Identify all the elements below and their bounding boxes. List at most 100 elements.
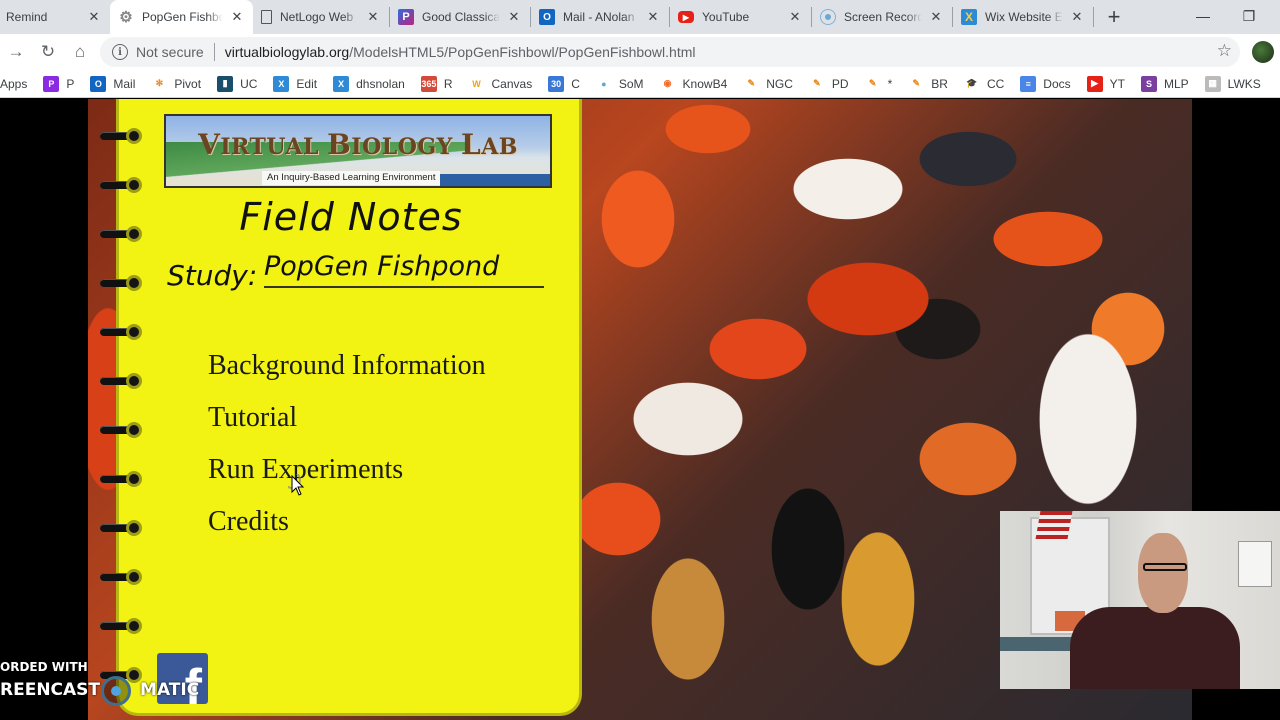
bookmark-edit[interactable]: X Edit [273, 75, 317, 92]
menu-credits[interactable]: Credits [208, 506, 289, 538]
bookmark-ngc[interactable]: ✎ NGC [743, 76, 793, 92]
bookmark-[interactable]: ✎ * [865, 76, 892, 92]
bookmark-mlp[interactable]: S MLP [1140, 75, 1189, 92]
bookmark-som[interactable]: ● SoM [596, 76, 644, 92]
reload-button[interactable]: ↻ [32, 36, 64, 68]
bookmark-r[interactable]: 365 R [420, 75, 453, 92]
security-status: Not secure [136, 44, 204, 60]
tab-mail[interactable]: O Mail - ANolan ✕ [531, 0, 669, 34]
virtual-biology-lab-logo[interactable]: VIRTUAL BIOLOGY LAB An Inquiry-Based Lea… [164, 114, 552, 188]
logo-title-part: IRTUAL [220, 134, 328, 160]
flag [1035, 511, 1073, 539]
watermark-line1: ORDED WITH [0, 660, 88, 674]
tab-good-classical[interactable]: P Good Classical ✕ [390, 0, 530, 34]
url-host: virtualbiologylab.org [224, 44, 350, 60]
bookmark-label: SoM [618, 76, 644, 91]
tab-netlogo-web[interactable]: NetLogo Web ✕ [253, 0, 389, 34]
close-icon[interactable]: ✕ [928, 9, 944, 25]
close-icon[interactable]: ✕ [1069, 9, 1085, 25]
logo-title: VIRTUAL BIOLOGY LAB [166, 128, 550, 161]
bookmark-label: C [571, 76, 580, 91]
info-icon[interactable]: i [112, 44, 128, 60]
tab-popgen-fishbowl[interactable]: ⚙ PopGen Fishbowl ✕ [110, 0, 253, 34]
ring-hole [126, 373, 142, 389]
bookmark-label: CC [986, 76, 1005, 91]
address-separator [213, 43, 215, 61]
screencast-logo-icon [101, 676, 131, 706]
bookmark-apps[interactable]: Apps [0, 77, 27, 91]
logo-title-part: L [461, 128, 482, 161]
bookmark-br[interactable]: ✎ BR [908, 76, 948, 92]
menu-background-information[interactable]: Background Information [208, 350, 486, 382]
close-icon[interactable]: ✕ [787, 9, 803, 25]
address-bar[interactable]: i Not secure virtualbiologylab.org/Model… [100, 37, 1240, 67]
bookmark-pd[interactable]: ✎ PD [809, 76, 848, 92]
logo-title-part: B [327, 128, 352, 161]
tab-separator [1093, 7, 1094, 27]
document-icon [261, 10, 272, 24]
bookmark-label: Canvas [491, 76, 533, 91]
logo-title-part: AB [481, 134, 518, 160]
binder-ring [100, 520, 144, 536]
logo-subtitle: An Inquiry-Based Learning Environment [262, 171, 441, 185]
uc-icon: ▮ [217, 75, 234, 92]
tab-title: Screen Recorder [844, 10, 922, 24]
bookmark-label: LWKS [1227, 76, 1261, 91]
youtube-icon: ▶ [678, 11, 694, 23]
page-title: Field Notes [239, 195, 463, 239]
bookmark-uc[interactable]: ▮ UC [217, 75, 257, 92]
tab-youtube[interactable]: ▶ YouTube ✕ [670, 0, 811, 34]
canvas-icon: W [472, 78, 481, 89]
new-tab-button[interactable]: + [1100, 0, 1128, 34]
tab-remind[interactable]: Remind ✕ [0, 0, 110, 34]
wall-frame [1238, 541, 1272, 587]
home-button[interactable]: ⌂ [64, 36, 96, 68]
close-icon[interactable]: ✕ [365, 9, 381, 25]
bookmarks-bar: Apps P P O Mail ✻ Pivot ▮ UC X Edit Xdhsnolan 365 R W C… [0, 70, 1280, 98]
ring-hole [126, 275, 142, 291]
wix-icon: X [333, 75, 350, 92]
bookmark-label: R [443, 76, 453, 91]
wix-icon: X [273, 75, 290, 92]
ring-hole [126, 128, 142, 144]
bookmark-label: Docs [1043, 76, 1071, 91]
graduation-cap-icon: 🎓 [966, 78, 978, 88]
ring-hole [126, 618, 142, 634]
bookmark-yt[interactable]: ▶ YT [1086, 75, 1125, 92]
forward-button[interactable]: → [0, 36, 32, 68]
bookmark-lwks[interactable]: ▦ LWKS [1204, 75, 1261, 92]
bookmark-c[interactable]: 30 C [548, 75, 580, 92]
bookmark-label: Pivot [174, 76, 202, 91]
url-path: /ModelsHTML5/PopGenFishbowl/PopGenFishbo… [349, 44, 696, 60]
minimize-button[interactable]: — [1180, 0, 1226, 32]
tab-screen-recorder[interactable]: Screen Recorder ✕ [812, 0, 952, 34]
close-icon[interactable]: ✕ [86, 9, 102, 25]
mlp-icon: S [1140, 75, 1157, 92]
pandora-icon: P [398, 9, 414, 25]
bookmark-mail[interactable]: O Mail [90, 75, 135, 92]
bookmark-knowb4[interactable]: ◉ KnowB4 [660, 76, 728, 92]
binder-ring [100, 177, 144, 193]
tab-wix-website[interactable]: X Wix Website Editor ✕ [953, 0, 1093, 34]
profile-avatar[interactable] [1252, 41, 1274, 63]
pencil-icon: ✎ [868, 78, 877, 88]
bookmark-star-icon[interactable]: ☆ [1217, 41, 1232, 61]
bookmark-label: NGC [766, 76, 793, 91]
watermark-text-left: REENCAST [0, 680, 101, 700]
close-icon[interactable]: ✕ [229, 9, 245, 25]
bookmark-label: Apps [0, 76, 28, 91]
restore-button[interactable]: ❐ [1226, 0, 1272, 32]
close-icon[interactable]: ✕ [506, 9, 522, 25]
bookmark-pivot[interactable]: ✻ Pivot [151, 76, 201, 92]
ring-hole [126, 520, 142, 536]
bookmark-dhsnolan[interactable]: Xdhsnolan [333, 75, 405, 92]
close-icon[interactable]: ✕ [645, 9, 661, 25]
bookmark-p[interactable]: PP [43, 75, 74, 92]
menu-tutorial[interactable]: Tutorial [208, 402, 297, 434]
bookmark-docs[interactable]: ≡ Docs [1020, 75, 1071, 92]
bookmark-canvas[interactable]: W Canvas [469, 76, 533, 92]
bookmark-cc[interactable]: 🎓 CC [964, 76, 1004, 92]
bookmark-label: BR [931, 76, 948, 91]
calendar-icon: 30 [548, 75, 565, 92]
bookmark-label: KnowB4 [682, 76, 728, 91]
